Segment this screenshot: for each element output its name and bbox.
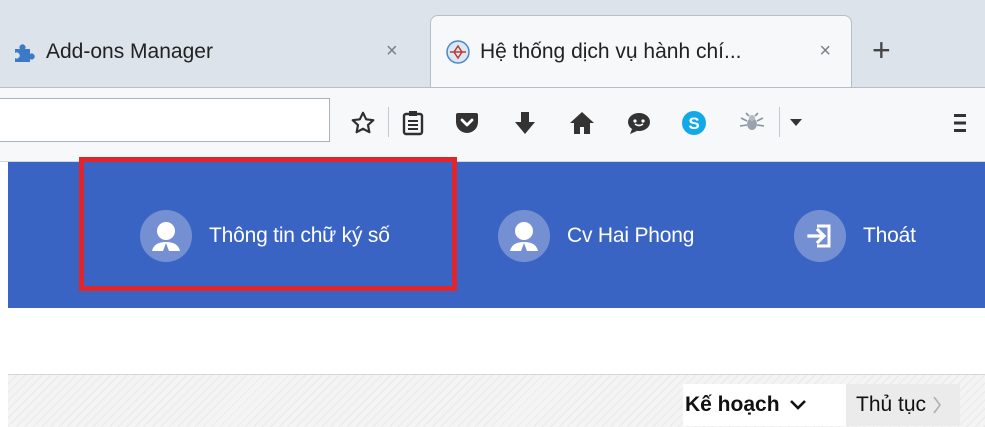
toolbar-separator <box>388 107 389 137</box>
breadcrumb-item-plan[interactable]: Kế hoạch <box>683 384 846 426</box>
puzzle-piece-icon <box>12 40 36 64</box>
pocket-icon[interactable] <box>452 107 482 139</box>
close-icon[interactable]: × <box>386 41 398 61</box>
site-logo-icon <box>446 40 470 64</box>
nav-label: Thoát <box>863 224 916 247</box>
logout-icon <box>794 210 846 262</box>
dropdown-icon[interactable] <box>787 107 805 139</box>
chevron-right-icon <box>932 395 942 415</box>
tab-active-site[interactable]: Hệ thống dịch vụ hành chí... × <box>430 15 852 88</box>
star-icon[interactable] <box>348 107 378 139</box>
logout-link[interactable]: Thoát <box>794 206 916 266</box>
breadcrumb-label: Thủ tục <box>856 393 927 416</box>
browser-toolbar: S <box>0 87 985 162</box>
download-icon[interactable] <box>511 107 539 139</box>
new-tab-button[interactable]: + <box>872 34 891 66</box>
tab-addons-manager[interactable]: Add-ons Manager × <box>0 15 440 88</box>
skype-icon[interactable]: S <box>679 107 709 139</box>
browser-tab-strip: Add-ons Manager × Hệ thống dịch vụ hành … <box>0 0 985 88</box>
close-icon[interactable]: × <box>819 41 831 61</box>
tab-title: Hệ thống dịch vụ hành chí... <box>480 40 742 63</box>
breadcrumb-label: Kế hoạch <box>685 393 780 416</box>
user-profile-link[interactable]: Cv Hai Phong <box>498 206 694 266</box>
highlight-box <box>79 157 457 291</box>
toolbar-separator <box>779 107 780 137</box>
home-icon[interactable] <box>567 107 597 139</box>
chevron-down-icon <box>789 399 807 411</box>
breadcrumb-item-procedure[interactable]: Thủ tục <box>846 384 960 426</box>
menu-icon[interactable] <box>954 107 985 139</box>
nav-label: Cv Hai Phong <box>567 224 695 247</box>
tab-title: Add-ons Manager <box>46 39 213 63</box>
reading-list-icon[interactable] <box>398 107 428 139</box>
url-bar[interactable] <box>0 98 330 142</box>
user-icon <box>498 210 550 262</box>
bug-icon[interactable] <box>737 107 767 139</box>
svg-text:S: S <box>688 114 699 133</box>
chat-icon[interactable] <box>624 107 654 139</box>
